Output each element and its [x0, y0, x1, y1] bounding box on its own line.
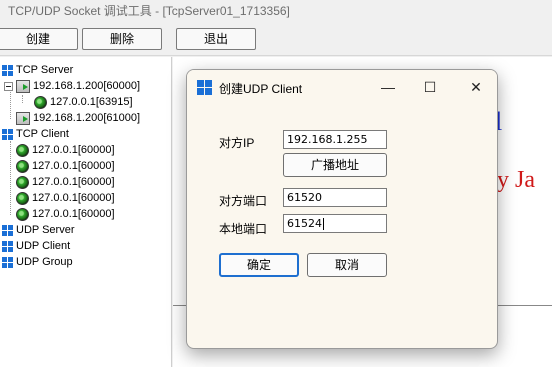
windows-icon [2, 240, 13, 252]
peer-ip-field[interactable]: 192.168.1.255 [283, 130, 387, 149]
tree-node-client[interactable]: 127.0.0.1[60000] [16, 206, 115, 222]
tree-node-server1-client[interactable]: 127.0.0.1[63915] [34, 94, 133, 110]
collapse-icon[interactable] [4, 81, 13, 91]
peer-port-label: 对方端口 [219, 194, 268, 208]
tree-label: 127.0.0.1[60000] [32, 160, 115, 172]
local-port-label: 本地端口 [219, 222, 268, 236]
local-port-value: 61524 [287, 217, 322, 230]
background-text: y Ja [497, 167, 535, 193]
windows-icon [2, 128, 13, 140]
tree-label: TCP Server [16, 64, 74, 76]
toolbar: 创建 删除 退出 [0, 22, 552, 56]
tree-node-client[interactable]: 127.0.0.1[60000] [16, 158, 115, 174]
tree-node-client[interactable]: 127.0.0.1[60000] [16, 174, 115, 190]
maximize-button[interactable]: ☐ [409, 70, 451, 104]
exit-button[interactable]: 退出 [176, 28, 256, 50]
minimize-button[interactable]: — [367, 70, 409, 104]
connection-icon [16, 159, 29, 173]
peer-port-field[interactable]: 61520 [283, 188, 387, 207]
connection-icon [16, 191, 29, 205]
connection-icon [16, 207, 29, 221]
tree-node-udp-group[interactable]: UDP Group [2, 254, 73, 270]
server-icon [16, 111, 30, 125]
tree-node-udp-server[interactable]: UDP Server [2, 222, 74, 238]
tree-label: 127.0.0.1[60000] [32, 192, 115, 204]
windows-icon [2, 64, 13, 76]
cancel-button[interactable]: 取消 [307, 253, 387, 277]
tree-node-client[interactable]: 127.0.0.1[60000] [16, 142, 115, 158]
tree-guide [10, 141, 11, 215]
tree-label: 192.168.1.200[61000] [33, 112, 141, 124]
connection-icon [16, 175, 29, 189]
tree-node-server2[interactable]: 192.168.1.200[61000] [16, 110, 140, 126]
connection-tree: TCP Server 192.168.1.200[60000] 127.0.0.… [0, 57, 172, 367]
tree-node-tcp-server[interactable]: TCP Server [2, 62, 73, 78]
broadcast-address-button[interactable]: 广播地址 [283, 153, 387, 177]
close-button[interactable]: ✕ [455, 70, 497, 104]
text-cursor [323, 218, 324, 230]
dialog-title: 创建UDP Client [219, 82, 303, 96]
tree-label: 127.0.0.1[60000] [32, 144, 115, 156]
tree-node-tcp-client[interactable]: TCP Client [2, 126, 69, 142]
create-udp-client-dialog: 创建UDP Client — ☐ ✕ 对方IP 192.168.1.255 广播… [186, 69, 498, 349]
tree-label: 127.0.0.1[63915] [50, 96, 133, 108]
tree-label: TCP Client [16, 128, 69, 140]
create-button[interactable]: 创建 [0, 28, 78, 50]
local-port-field[interactable]: 61524 [283, 214, 387, 233]
tree-node-client[interactable]: 127.0.0.1[60000] [16, 190, 115, 206]
peer-ip-label: 对方IP [219, 136, 255, 150]
tree-node-udp-client[interactable]: UDP Client [2, 238, 70, 254]
tree-label: UDP Server [16, 224, 75, 236]
window-title: TCP/UDP Socket 调试工具 - [TcpServer01_17133… [8, 4, 290, 18]
windows-icon [2, 256, 13, 268]
connection-icon [34, 95, 47, 109]
windows-icon [2, 224, 13, 236]
tree-label: UDP Group [16, 256, 73, 268]
delete-button[interactable]: 删除 [82, 28, 162, 50]
main-window-title-bar: TCP/UDP Socket 调试工具 - [TcpServer01_17133… [0, 0, 552, 22]
tree-node-server1[interactable]: 192.168.1.200[60000] [4, 78, 140, 94]
server-icon [16, 79, 30, 93]
tree-label: UDP Client [16, 240, 71, 252]
connection-icon [16, 143, 29, 157]
tree-label: 127.0.0.1[60000] [32, 208, 115, 220]
windows-icon [197, 80, 212, 95]
tree-label: 192.168.1.200[60000] [33, 80, 141, 92]
tree-guide [22, 95, 23, 103]
ok-button[interactable]: 确定 [219, 253, 299, 277]
tree-label: 127.0.0.1[60000] [32, 176, 115, 188]
dialog-title-bar[interactable]: 创建UDP Client — ☐ ✕ [187, 70, 497, 104]
